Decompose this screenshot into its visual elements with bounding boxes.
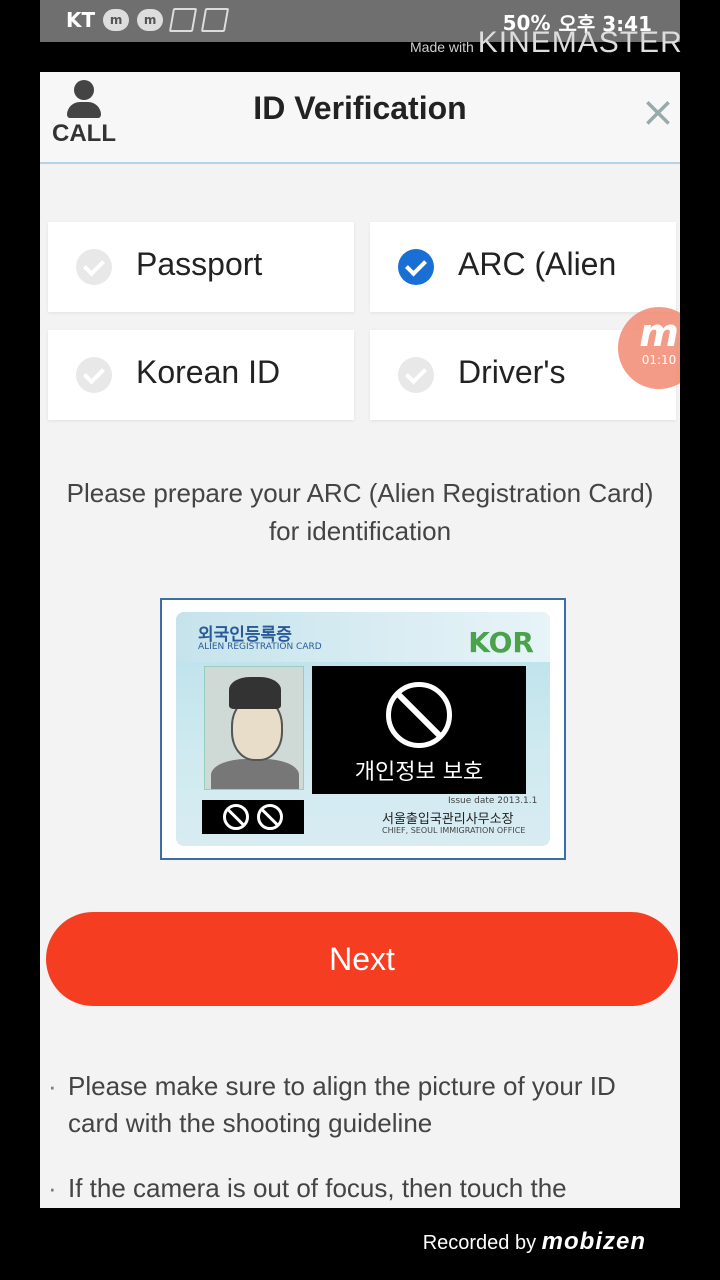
flag-icon bbox=[201, 8, 230, 32]
option-label: Passport bbox=[136, 246, 263, 282]
option-label: ARC (Alien bbox=[458, 246, 617, 282]
arc-card-image: 외국인등록증 ALIEN REGISTRATION CARD KOR 개인정보 … bbox=[176, 612, 550, 846]
next-button[interactable]: Next bbox=[46, 912, 678, 1006]
kinemaster-watermark: Made with KINEMASTER bbox=[410, 26, 683, 60]
prohibited-icon bbox=[223, 804, 249, 830]
list-item: · If the camera is out of focus, then to… bbox=[48, 1173, 567, 1203]
privacy-mask-small bbox=[202, 800, 304, 834]
card-issuer-kr: 서울출입국관리사무소장 bbox=[382, 812, 514, 827]
made-with-label: Made with bbox=[410, 39, 474, 55]
notification-icon: m bbox=[137, 9, 164, 31]
check-icon bbox=[76, 249, 112, 285]
card-title-en: ALIEN REGISTRATION CARD bbox=[198, 642, 322, 652]
mobizen-watermark: Recorded by mobizen bbox=[423, 1228, 646, 1256]
option-label: Korean ID bbox=[136, 354, 281, 390]
app-screen: CALL ID Verification × Passport ARC (Ali… bbox=[40, 72, 680, 1208]
carrier-label: KT bbox=[66, 8, 96, 32]
flag-icon bbox=[169, 8, 198, 32]
privacy-label: 개인정보 보호 bbox=[354, 760, 484, 785]
check-icon bbox=[398, 357, 434, 393]
card-issuer-en: CHIEF, SEOUL IMMIGRATION OFFICE bbox=[382, 826, 526, 835]
notification-icon: m bbox=[103, 9, 130, 31]
prohibited-icon bbox=[386, 682, 452, 748]
close-icon[interactable]: × bbox=[638, 91, 678, 133]
note-text: Please make sure to align the picture of… bbox=[68, 1071, 616, 1138]
recorded-by-label: Recorded by bbox=[422, 1232, 537, 1254]
note-text: If the camera is out of focus, then touc… bbox=[68, 1173, 567, 1203]
mobizen-icon: m bbox=[639, 311, 679, 355]
list-item: · Please make sure to align the picture … bbox=[48, 1071, 616, 1138]
card-issue-date: Issue date 2013.1.1 bbox=[448, 796, 538, 806]
page-title: ID Verification bbox=[253, 90, 467, 126]
option-passport[interactable]: Passport bbox=[48, 222, 354, 312]
notes-list: · Please make sure to align the picture … bbox=[46, 1068, 666, 1208]
mobizen-logo: mobizen bbox=[541, 1228, 646, 1255]
option-arc[interactable]: ARC (Alien bbox=[370, 222, 676, 312]
card-photo bbox=[204, 666, 304, 790]
instruction-text: Please prepare your ARC (Alien Registrat… bbox=[66, 478, 654, 546]
kinemaster-label: KINEMASTER bbox=[477, 26, 683, 59]
prohibited-icon bbox=[257, 804, 283, 830]
check-icon bbox=[398, 249, 434, 285]
privacy-mask: 개인정보 보호 bbox=[312, 666, 526, 794]
option-korean-id[interactable]: Korean ID bbox=[48, 330, 354, 420]
check-icon bbox=[76, 357, 112, 393]
id-card-guide: 외국인등록증 ALIEN REGISTRATION CARD KOR 개인정보 … bbox=[160, 598, 566, 860]
recording-timer: 01:10 bbox=[641, 353, 677, 367]
header: CALL ID Verification × bbox=[40, 72, 680, 164]
card-country: KOR bbox=[468, 626, 534, 659]
